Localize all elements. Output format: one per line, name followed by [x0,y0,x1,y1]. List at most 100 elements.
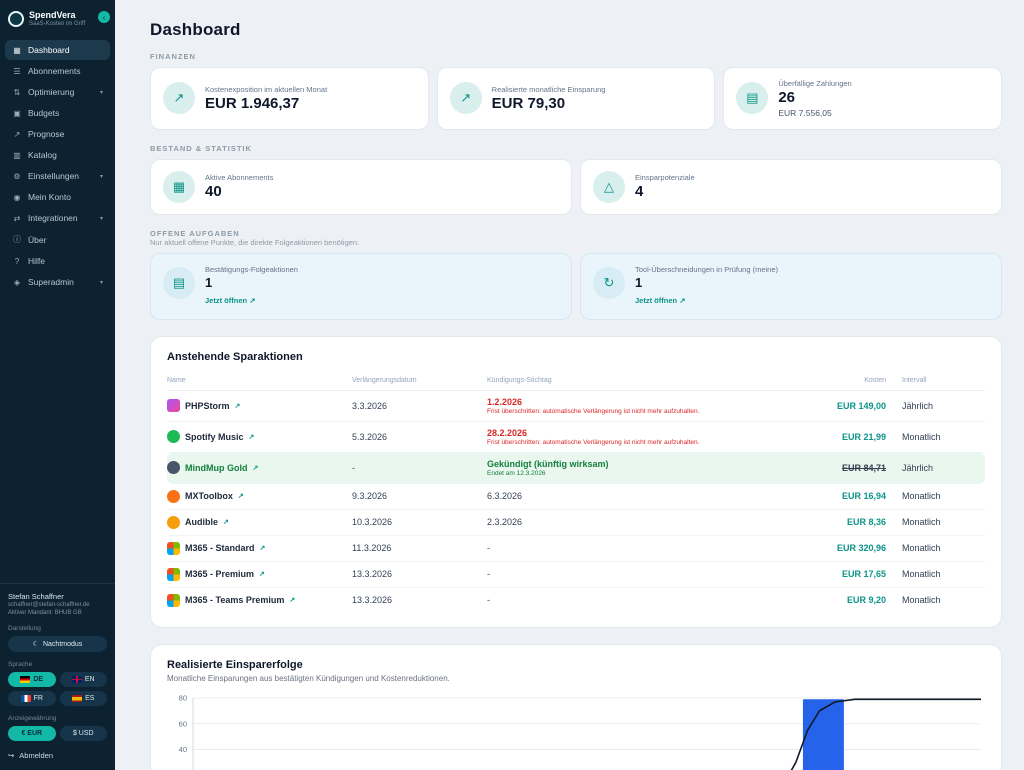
app-name: SpendVera [29,10,85,20]
user-tenant: Aktiver Mandant: BHUB GB [8,610,107,616]
section-label-bestand: BESTAND & STATISTIK [150,144,1002,153]
cost-value: EUR 16,94 [822,491,902,501]
sidebar-item-integrationen[interactable]: ⇄ Integrationen ▾ [5,208,110,228]
sidebar-item-dashboard[interactable]: ▦ Dashboard ▾ [5,40,110,60]
external-link-icon[interactable]: ↗ [223,518,229,526]
section-subtitle-aufgaben: Nur aktuell offene Punkte, die direkte F… [150,238,1002,247]
cancellation-deadline: 2.3.2026 [487,517,822,527]
open-now-link[interactable]: Jetzt öffnen ↗ [205,296,255,305]
language-button-es[interactable]: ES [60,691,108,706]
trend-up-icon: ↗ [163,82,195,114]
interval-value: Jährlich [902,401,985,411]
interval-value: Jährlich [902,463,985,473]
subscription-name: M365 - Premium [185,569,254,579]
sidebar-item-einstellungen[interactable]: ⚙ Einstellungen ▾ [5,166,110,186]
invoice-icon: ▤ [736,82,768,114]
currency-button-usd[interactable]: $ USD [60,726,108,741]
alert-icon: △ [593,171,625,203]
external-link-icon[interactable]: ↗ [259,570,265,578]
deadline-note: Frist überschritten: automatische Verlän… [487,439,822,446]
sidebar-item-optimierung[interactable]: ⇅ Optimierung ▾ [5,82,110,102]
sidebar-item-abonnements[interactable]: ☰ Abonnements ▾ [5,61,110,81]
external-link-icon[interactable]: ↗ [289,596,295,604]
currency-label: Anzeigewährung [8,715,107,722]
interval-value: Monatlich [902,543,985,553]
logout-icon: ↪ [8,751,14,760]
cost-value: EUR 320,96 [822,543,902,553]
renewal-date: 9.3.2026 [352,491,487,501]
finance-card-overdue: ▤ Überfällige Zahlungen 26 EUR 7.556,05 [723,67,1002,130]
cost-value: EUR 149,00 [822,401,902,411]
interval-value: Monatlich [902,432,985,442]
chevron-down-icon: ▾ [100,279,103,286]
currency-button-eur[interactable]: € EUR [8,726,56,741]
card-value: EUR 79,30 [492,96,606,113]
app-icon [167,594,180,607]
sidebar-item-hilfe[interactable]: ? Hilfe ▾ [5,251,110,271]
card-label: Überfällige Zahlungen [778,79,851,88]
gear-icon: ⚙ [12,172,22,181]
stat-card-active-subscriptions: ▦ Aktive Abonnements 40 [150,159,572,215]
external-link-icon[interactable]: ↗ [235,402,241,410]
clipboard-icon: ▤ [163,267,195,299]
table-row: MXToolbox ↗ 9.3.2026 6.3.2026 EUR 16,94 … [167,484,985,510]
cancellation-deadline: 6.3.2026 [487,491,822,501]
renewal-date: 13.3.2026 [352,569,487,579]
night-mode-label: Nachtmodus [43,641,82,648]
task-card-tool-overlaps[interactable]: ↻ Tool-Überschneidungen in Prüfung (mein… [580,253,1002,320]
app-icon [167,399,180,412]
col-deadline: Kündigungs-Stichtag [487,377,822,384]
sidebar-footer: Stefan Schaffner schaffner@stefan-schaff… [0,583,115,770]
night-mode-button[interactable]: ☾ Nachtmodus [8,636,107,652]
upcoming-savings-panel: Anstehende Sparaktionen Name Verlängerun… [150,336,1002,628]
sidebar-item-mein-konto[interactable]: ◉ Mein Konto ▾ [5,187,110,207]
trend-up-icon: ↗ [450,82,482,114]
refresh-icon: ↻ [593,267,625,299]
table-row: PHPStorm ↗ 3.3.2026 1.2.2026 Frist übers… [167,391,985,422]
cancellation-deadline: 28.2.2026 Frist überschritten: automatis… [487,428,822,446]
help-icon: ? [12,257,22,266]
savings-table: Name Verlängerungsdatum Kündigungs-Stich… [167,371,985,613]
flag-fr-icon [21,695,31,702]
external-link-icon[interactable]: ↗ [249,433,255,441]
table-title: Anstehende Sparaktionen [167,351,985,363]
subscription-name: PHPStorm [185,401,230,411]
sidebar-item-katalog[interactable]: ▥ Katalog ▾ [5,145,110,165]
task-cards-row: ▤ Bestätigungs-Folgeaktionen 1 Jetzt öff… [150,253,1002,320]
app-logo-icon [8,11,24,27]
col-interval: Intervall [902,377,985,384]
task-card-confirmations[interactable]: ▤ Bestätigungs-Folgeaktionen 1 Jetzt öff… [150,253,572,320]
card-value: 4 [635,184,695,201]
language-button-en[interactable]: EN [60,672,108,687]
flag-en-icon [72,676,82,683]
table-row: M365 - Premium ↗ 13.3.2026 - EUR 17,65 M… [167,562,985,588]
external-link-icon[interactable]: ↗ [252,464,258,472]
language-label: Sprache [8,661,107,668]
savings-chart-panel: Realisierte Einsparerfolge Monatliche Ei… [150,644,1002,770]
sidebar-item-superadmin[interactable]: ◈ Superadmin ▾ [5,272,110,292]
language-button-fr[interactable]: FR [8,691,56,706]
external-link-icon[interactable]: ↗ [238,492,244,500]
cost-value: EUR 8,36 [822,517,902,527]
moon-icon: ☾ [33,640,39,648]
sidebar-collapse-button[interactable]: ‹ [98,11,110,23]
subscription-name: M365 - Teams Premium [185,595,284,605]
sidebar-item-budgets[interactable]: ▣ Budgets ▾ [5,103,110,123]
external-link-icon[interactable]: ↗ [260,544,266,552]
section-label-finanzen: FINANZEN [150,52,1002,61]
language-switcher: DE EN FR ES [8,672,107,706]
main-content: Dashboard FINANZEN ↗ Kostenexposition im… [115,0,1024,770]
open-now-link[interactable]: Jetzt öffnen ↗ [635,296,685,305]
sidebar-item-über[interactable]: ⓘ Über ▾ [5,229,110,250]
language-button-de[interactable]: DE [8,672,56,687]
stat-card-saving-potentials: △ Einsparpotenziale 4 [580,159,1002,215]
logout-button[interactable]: ↪ Abmelden [8,751,53,760]
card-label: Tool-Überschneidungen in Prüfung (meine) [635,265,778,274]
card-sub-value: EUR 7.556,05 [778,108,851,118]
sidebar-item-prognose[interactable]: ↗ Prognose ▾ [5,124,110,144]
table-row: M365 - Standard ↗ 11.3.2026 - EUR 320,96… [167,536,985,562]
table-row: Spotify Music ↗ 5.3.2026 28.2.2026 Frist… [167,422,985,453]
list-icon: ☰ [12,67,22,76]
chevron-down-icon: ▾ [100,89,103,96]
cancellation-deadline: - [487,543,822,553]
